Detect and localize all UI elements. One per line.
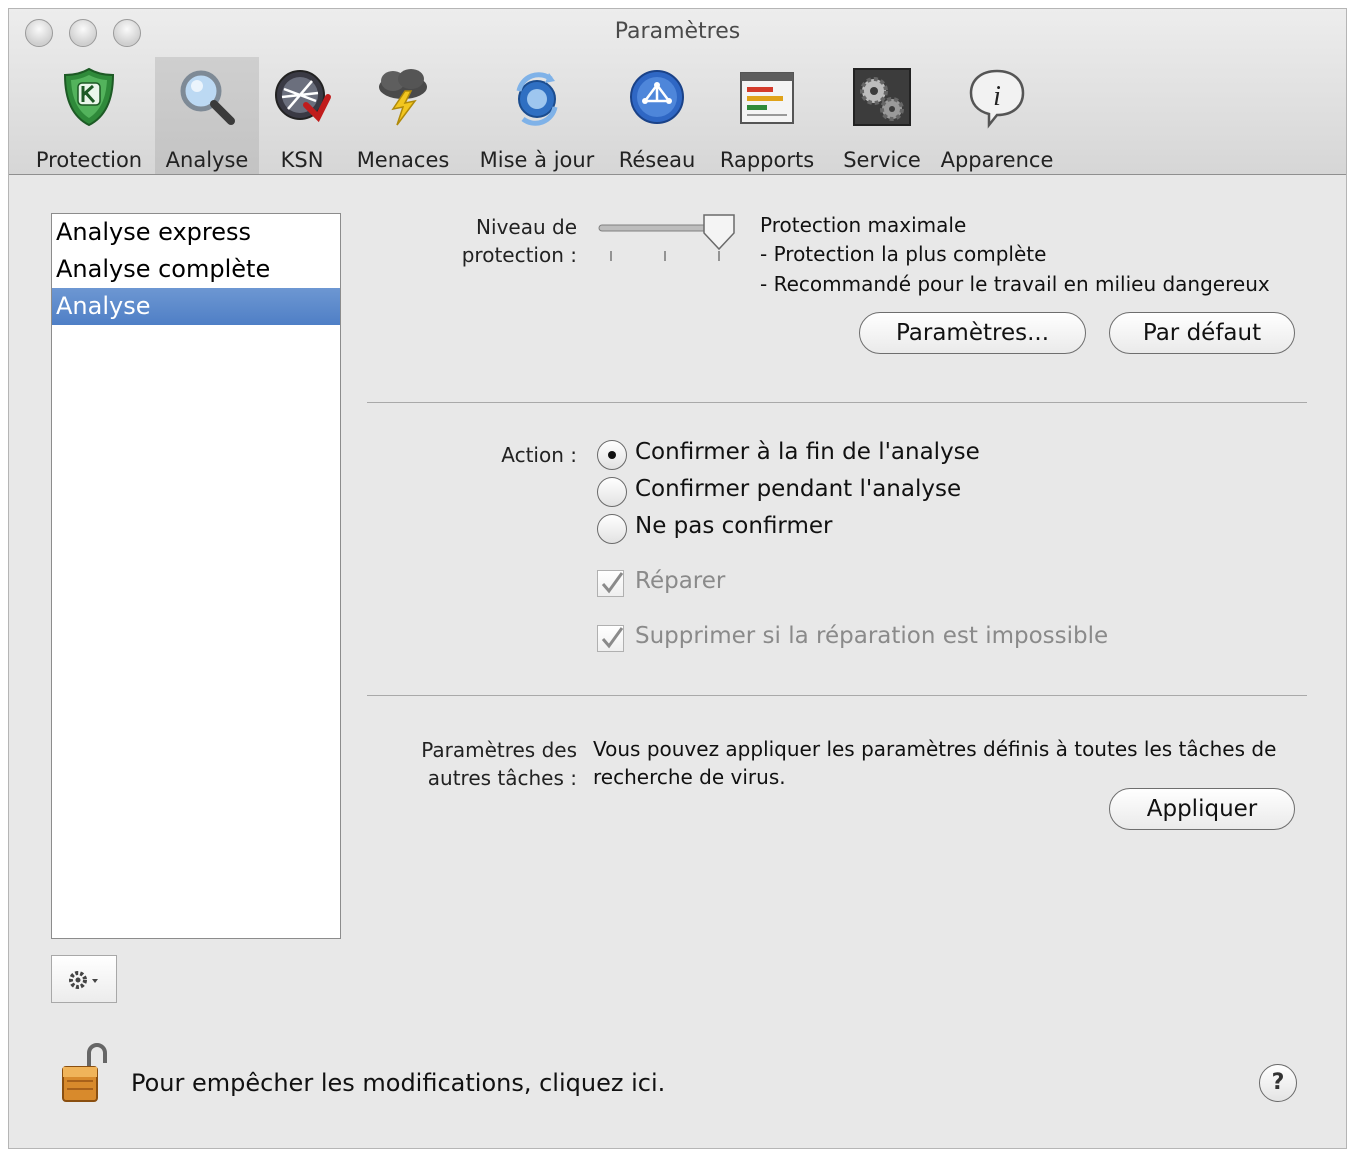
toolbar-item-apparence[interactable]: i Apparence xyxy=(933,57,1061,174)
toolbar-label: Protection xyxy=(35,148,143,172)
task-list[interactable]: Analyse express Analyse complète Analyse xyxy=(51,213,341,939)
protection-desc-line: - Protection la plus complète xyxy=(760,242,1047,266)
preferences-window: Paramètres Protection Analyse KSN Menace… xyxy=(8,8,1347,1149)
radio-confirm-during[interactable] xyxy=(597,477,627,507)
toolbar-item-ksn[interactable]: KSN xyxy=(259,57,345,174)
radio-dot xyxy=(608,451,616,459)
divider xyxy=(367,402,1307,403)
toolbar: Paramètres Protection Analyse KSN Menace… xyxy=(9,9,1346,175)
option-label: Confirmer à la fin de l'analyse xyxy=(635,439,980,465)
protection-level-slider[interactable] xyxy=(593,209,743,273)
network-globe-icon xyxy=(630,70,684,124)
checkmark-icon xyxy=(601,572,624,594)
delete-checkbox[interactable] xyxy=(597,625,624,652)
action-label: Action : xyxy=(501,443,577,467)
label-line: Niveau de xyxy=(476,215,577,239)
slider-thumb[interactable] xyxy=(703,214,735,251)
ksn-network-icon xyxy=(275,70,331,123)
window-title: Paramètres xyxy=(614,19,741,44)
other-tasks-text: recherche de virus. xyxy=(593,765,786,789)
radio-confirm-end[interactable] xyxy=(597,440,627,470)
list-item-analyse-express[interactable]: Analyse express xyxy=(52,214,340,251)
repair-checkbox[interactable] xyxy=(597,570,624,597)
toolbar-label: Service xyxy=(843,148,921,172)
list-item-analyse-complete[interactable]: Analyse complète xyxy=(52,251,340,288)
toolbar-item-mise-a-jour[interactable]: Mise à jour xyxy=(469,57,605,174)
label-line: autres tâches : xyxy=(427,766,577,790)
toolbar-item-rapports[interactable]: Rapports xyxy=(709,57,825,174)
checkmark-icon xyxy=(601,627,624,649)
toolbar-label: Analyse xyxy=(165,148,249,172)
delete-label: Supprimer si la réparation est impossibl… xyxy=(635,623,1109,649)
divider xyxy=(367,695,1307,696)
kaspersky-shield-icon xyxy=(63,67,115,127)
other-tasks-label: Paramètres des autres tâches : xyxy=(389,736,577,792)
list-item-analyse[interactable]: Analyse xyxy=(52,288,340,325)
svg-text:i: i xyxy=(993,81,1001,112)
toolbar-label: Apparence xyxy=(940,148,1054,172)
tick-marks xyxy=(610,251,720,261)
toolbar-item-analyse[interactable]: Analyse xyxy=(155,57,259,174)
toolbar-item-service[interactable]: Service xyxy=(833,57,931,174)
option-label: Confirmer pendant l'analyse xyxy=(635,476,962,502)
info-bubble-icon: i xyxy=(969,69,1025,129)
other-tasks-text: Vous pouvez appliquer les paramètres déf… xyxy=(593,737,1277,761)
toolbar-label: Menaces xyxy=(356,148,450,172)
toolbar-item-reseau[interactable]: Réseau xyxy=(609,57,705,174)
label-line: protection : xyxy=(461,243,577,267)
radio-no-confirm[interactable] xyxy=(597,514,627,544)
toolbar-label: Mise à jour xyxy=(479,148,595,172)
gear-icon xyxy=(69,971,98,989)
magnifier-icon xyxy=(180,70,235,125)
apply-button[interactable]: Appliquer xyxy=(1109,788,1295,830)
update-sync-icon xyxy=(516,72,558,126)
repair-label: Réparer xyxy=(635,568,726,594)
option-label: Ne pas confirmer xyxy=(635,513,833,539)
toolbar-item-menaces[interactable]: Menaces xyxy=(351,57,455,174)
lock-text[interactable]: Pour empêcher les modifications, cliquez… xyxy=(131,1069,665,1097)
toolbar-label: KSN xyxy=(280,148,324,172)
reports-chart-icon xyxy=(740,72,794,124)
service-gears-icon xyxy=(853,68,911,126)
toolbar-label: Réseau xyxy=(618,148,696,172)
protection-desc-title: Protection maximale xyxy=(760,213,967,237)
protection-desc-line: - Recommandé pour le travail en milieu d… xyxy=(760,272,1270,296)
storm-cloud-icon xyxy=(379,69,427,126)
lock-icon[interactable] xyxy=(59,1041,107,1105)
action-menu-button[interactable] xyxy=(51,955,117,1003)
help-button[interactable]: ? xyxy=(1259,1064,1297,1102)
label-line: Paramètres des xyxy=(421,738,577,762)
toolbar-item-protection[interactable]: Protection xyxy=(23,57,155,174)
protection-level-label: Niveau de protection : xyxy=(389,213,577,269)
settings-button[interactable]: Paramètres... xyxy=(859,312,1086,354)
default-button[interactable]: Par défaut xyxy=(1109,312,1295,354)
toolbar-label: Rapports xyxy=(719,148,815,172)
